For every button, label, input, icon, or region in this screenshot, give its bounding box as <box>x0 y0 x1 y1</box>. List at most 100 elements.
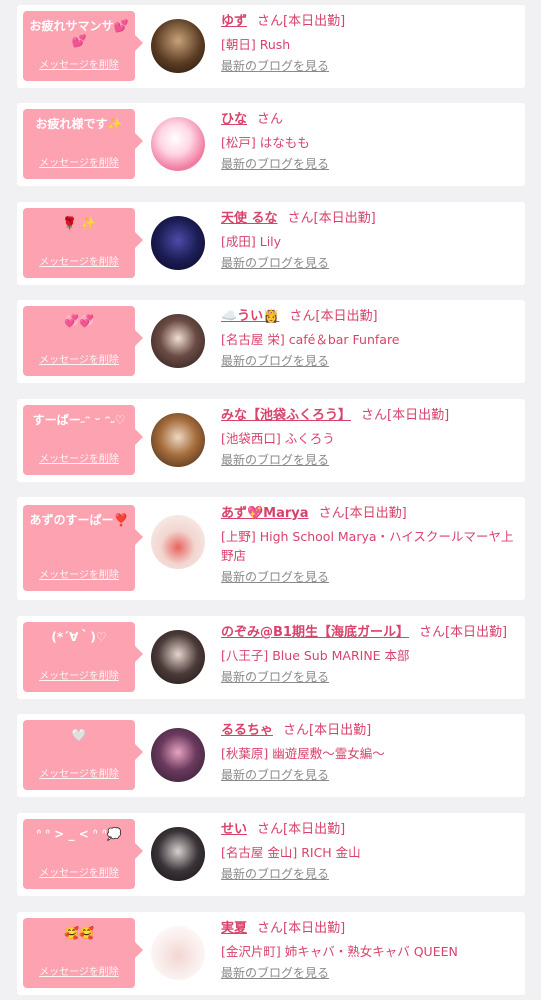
shop-name: [成田] Lily <box>221 234 282 249</box>
delete-message-link[interactable]: メッセージを削除 <box>23 253 135 268</box>
work-status: [本日出勤] <box>444 625 508 640</box>
work-status: [本日出勤] <box>283 921 346 936</box>
message-text: あずのすーぱー❣️ <box>29 513 129 527</box>
honorific: さん <box>257 14 284 29</box>
message-bubble: あずのすーぱー❣️ メッセージを削除 <box>23 505 143 591</box>
work-status: [本日出勤] <box>315 309 378 324</box>
user-info: 実夏 さん[本日出勤] [金沢片町] 姉キャバ・熟女キャバ QUEEN 最新のブログを… <box>221 920 517 981</box>
name-line: ゆず さん[本日出勤] <box>221 13 517 31</box>
name-line: みな【池袋ふくろう】 さん[本日出勤] <box>221 407 517 425</box>
message-card: 🌹 ✨ メッセージを削除 天使 るな さん[本日出勤] [成田] Lily 最新のブログを… <box>17 202 525 285</box>
user-info: ゆず さん[本日出勤] [朝日] Rush 最新のブログを見る <box>221 13 517 74</box>
latest-blog-link[interactable]: 最新のブログを見る <box>221 767 329 783</box>
user-info: あず💖Marya さん[本日出勤] [上野] High School Marya・ハ… <box>221 505 517 585</box>
user-name-link[interactable]: ゆず <box>221 14 247 29</box>
message-text: お疲れサマンサ💕 💕 <box>29 19 129 48</box>
user-info: みな【池袋ふくろう】 さん[本日出勤] [池袋西口] ふくろう 最新のブログを見る <box>221 407 517 468</box>
name-line: ☁️うい👸 さん[本日出勤] <box>221 308 517 326</box>
user-name-link[interactable]: ☁️うい👸 <box>221 309 279 324</box>
delete-message-link[interactable]: メッセージを削除 <box>23 963 135 978</box>
message-bubble: (*´∀｀)♡ メッセージを削除 <box>23 622 143 692</box>
avatar[interactable] <box>151 413 205 467</box>
message-bubble: 🤍 メッセージを削除 <box>23 720 143 790</box>
delete-message-link[interactable]: メッセージを削除 <box>23 765 135 780</box>
message-text: (*´∀｀)♡ <box>51 630 107 644</box>
message-bubble: お疲れサマンサ💕 💕 メッセージを削除 <box>23 11 143 81</box>
work-status: [本日出勤] <box>283 822 346 837</box>
user-name-link[interactable]: 実夏 <box>221 921 247 936</box>
name-line: せい さん[本日出勤] <box>221 821 517 839</box>
shop-name: [松戸] はなもも <box>221 135 310 150</box>
latest-blog-link[interactable]: 最新のブログを見る <box>221 965 329 981</box>
avatar[interactable] <box>151 314 205 368</box>
user-info: ひな さん [松戸] はなもも最新のブログを見る <box>221 111 517 172</box>
user-info: ☁️うい👸 さん[本日出勤] [名古屋 栄] café＆bar Funfare 最新の… <box>221 308 517 369</box>
message-card: 💞💞 メッセージを削除 ☁️うい👸 さん[本日出勤] [名古屋 栄] café＆bar … <box>17 300 525 383</box>
shop-name: [池袋西口] ふくろう <box>221 431 335 446</box>
avatar[interactable] <box>151 19 205 73</box>
delete-message-link[interactable]: メッセージを削除 <box>23 450 135 465</box>
latest-blog-link[interactable]: 最新のブログを見る <box>221 58 329 74</box>
message-card: すーぱー˶ᵔ ᵕ ᵔ˶♡ メッセージを削除 みな【池袋ふくろう】 さん[本日出勤] [池… <box>17 399 525 482</box>
name-line: ひな さん <box>221 111 517 129</box>
honorific: さん <box>318 506 345 521</box>
shop-name: [名古屋 栄] café＆bar Funfare <box>221 332 400 347</box>
user-info: のぞみ@B1期生【海底ガール】 さん[本日出勤] [八王子] Blue Sub MA… <box>221 624 517 685</box>
work-status: [本日出勤] <box>283 14 346 29</box>
latest-blog-link[interactable]: 最新のブログを見る <box>221 255 329 271</box>
user-name-link[interactable]: ひな <box>221 112 247 127</box>
shop-name: [朝日] Rush <box>221 37 291 52</box>
latest-blog-link[interactable]: 最新のブログを見る <box>221 569 329 585</box>
message-card: (*´∀｀)♡ メッセージを削除 のぞみ@B1期生【海底ガール】 さん[本日出勤] [八… <box>17 616 525 699</box>
name-line: あず💖Marya さん[本日出勤] <box>221 505 517 523</box>
work-status: [本日出勤] <box>344 506 407 521</box>
message-card: お疲れ様です✨ メッセージを削除 ひな さん [松戸] はなもも最新のブログを見る <box>17 103 525 186</box>
message-bubble: ᐢ ᐢ > _ < ᐢ ᐢ💭 メッセージを削除 <box>23 819 143 889</box>
honorific: さん <box>418 625 445 640</box>
delete-message-link[interactable]: メッセージを削除 <box>23 566 135 581</box>
latest-blog-link[interactable]: 最新のブログを見る <box>221 353 329 369</box>
name-line: るるちゃ さん[本日出勤] <box>221 722 517 740</box>
user-name-link[interactable]: あず💖Marya <box>221 506 309 521</box>
message-card: 🤍 メッセージを削除 るるちゃ さん[本日出勤] [秋葉原] 幽遊屋敷〜霊女編〜 最新のブ… <box>17 714 525 797</box>
name-line: 実夏 さん[本日出勤] <box>221 920 517 938</box>
shop-name: [名古屋 金山] RICH 金山 <box>221 845 361 860</box>
honorific: さん <box>287 211 314 226</box>
avatar[interactable] <box>151 515 205 569</box>
latest-blog-link[interactable]: 最新のブログを見る <box>221 866 329 882</box>
name-line: 天使 るな さん[本日出勤] <box>221 210 517 228</box>
avatar[interactable] <box>151 117 205 171</box>
delete-message-link[interactable]: メッセージを削除 <box>23 154 135 169</box>
delete-message-link[interactable]: メッセージを削除 <box>23 351 135 366</box>
user-name-link[interactable]: せい <box>221 822 247 837</box>
message-card: あずのすーぱー❣️ メッセージを削除 あず💖Marya さん[本日出勤] [上野] Hi… <box>17 497 525 600</box>
user-info: 天使 るな さん[本日出勤] [成田] Lily 最新のブログを見る <box>221 210 517 271</box>
avatar[interactable] <box>151 827 205 881</box>
avatar[interactable] <box>151 630 205 684</box>
user-info: るるちゃ さん[本日出勤] [秋葉原] 幽遊屋敷〜霊女編〜 最新のブログを見る <box>221 722 517 783</box>
user-name-link[interactable]: のぞみ@B1期生【海底ガール】 <box>221 625 409 640</box>
honorific: さん <box>289 309 316 324</box>
latest-blog-link[interactable]: 最新のブログを見る <box>221 452 329 468</box>
avatar[interactable] <box>151 216 205 270</box>
delete-message-link[interactable]: メッセージを削除 <box>23 864 135 879</box>
user-name-link[interactable]: 天使 るな <box>221 211 278 226</box>
user-name-link[interactable]: みな【池袋ふくろう】 <box>221 408 351 423</box>
latest-blog-link[interactable]: 最新のブログを見る <box>221 156 329 172</box>
user-name-link[interactable]: るるちゃ <box>221 723 273 738</box>
message-bubble: 🥰🥰 メッセージを削除 <box>23 918 143 988</box>
latest-blog-link[interactable]: 最新のブログを見る <box>221 669 329 685</box>
delete-message-link[interactable]: メッセージを削除 <box>23 667 135 682</box>
delete-message-link[interactable]: メッセージを削除 <box>23 56 135 71</box>
avatar[interactable] <box>151 926 205 980</box>
honorific: さん <box>283 723 310 738</box>
honorific: さん <box>257 822 284 837</box>
message-bubble: すーぱー˶ᵔ ᵕ ᵔ˶♡ メッセージを削除 <box>23 405 143 475</box>
honorific: さん <box>257 921 284 936</box>
user-info: せい さん[本日出勤] [名古屋 金山] RICH 金山 最新のブログを見る <box>221 821 517 882</box>
message-bubble: お疲れ様です✨ メッセージを削除 <box>23 109 143 179</box>
shop-name: [八王子] Blue Sub MARINE 本部 <box>221 648 410 663</box>
avatar[interactable] <box>151 728 205 782</box>
work-status: [本日出勤] <box>309 723 372 738</box>
message-text: 🌹 ✨ <box>61 216 97 230</box>
